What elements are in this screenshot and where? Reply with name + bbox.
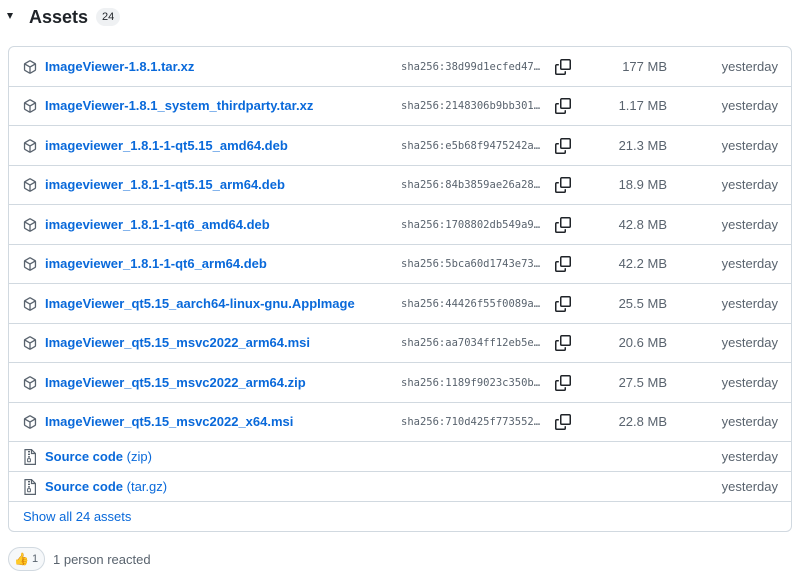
copy-icon[interactable] — [555, 58, 571, 75]
asset-row: imageviewer_1.8.1-1-qt5.15_amd64.deb sha2… — [9, 126, 791, 166]
asset-sha256: sha256:e5b68f9475242a… — [401, 139, 541, 152]
file-zip-icon — [24, 449, 36, 465]
package-icon — [23, 217, 37, 232]
asset-row: imageviewer_1.8.1-1-qt6_amd64.deb sha256:… — [9, 205, 791, 245]
asset-row: ImageViewer_qt5.15_aarch64-linux-gnu.App… — [9, 284, 791, 324]
asset-date: yesterday — [721, 414, 778, 430]
show-all-assets-link[interactable]: Show all 24 assets — [23, 509, 131, 524]
source-code-label: Source code — [45, 449, 124, 464]
thumbs-up-icon: 👍 — [14, 552, 29, 566]
package-icon — [23, 296, 37, 311]
reaction-summary: 1 person reacted — [53, 552, 151, 567]
copy-icon[interactable] — [555, 216, 571, 233]
asset-sha256: sha256:5bca60d1743e73… — [401, 258, 541, 271]
package-icon — [23, 336, 37, 351]
asset-size: 27.5 MB — [618, 374, 667, 390]
asset-sha256: sha256:2148306b9bb301… — [401, 100, 541, 113]
source-code-label: Source code — [45, 479, 124, 494]
reaction-count: 1 — [32, 553, 39, 565]
source-code-link[interactable]: Source code (zip) — [45, 449, 152, 464]
triangle-down-icon[interactable] — [7, 13, 13, 19]
asset-size: 42.2 MB — [618, 256, 667, 272]
asset-link[interactable]: ImageViewer_qt5.15_msvc2022_arm64.msi — [45, 335, 310, 350]
source-date: yesterday — [721, 479, 778, 494]
source-row: Source code (tar.gz) yesterday — [9, 472, 791, 502]
package-icon — [23, 59, 37, 74]
copy-icon[interactable] — [555, 98, 571, 115]
asset-link[interactable]: ImageViewer_qt5.15_msvc2022_arm64.zip — [45, 375, 306, 390]
asset-link[interactable]: imageviewer_1.8.1-1-qt5.15_amd64.deb — [45, 138, 288, 153]
source-code-format: (zip) — [126, 449, 152, 464]
asset-link[interactable]: imageviewer_1.8.1-1-qt6_arm64.deb — [45, 256, 267, 271]
file-zip-icon — [24, 479, 36, 495]
source-row: Source code (zip) yesterday — [9, 442, 791, 472]
copy-icon[interactable] — [555, 256, 571, 273]
package-icon — [23, 257, 37, 272]
asset-sha256: sha256:1189f9023c350b… — [401, 376, 541, 389]
asset-date: yesterday — [721, 295, 778, 311]
asset-sha256: sha256:710d425f773552… — [401, 416, 541, 429]
asset-date: yesterday — [721, 177, 778, 193]
asset-size: 21.3 MB — [618, 137, 667, 153]
asset-row: ImageViewer_qt5.15_msvc2022_x64.msi sha25… — [9, 403, 791, 442]
asset-size: 1.17 MB — [618, 98, 667, 114]
asset-row: imageviewer_1.8.1-1-qt6_arm64.deb sha256:… — [9, 245, 791, 284]
package-icon — [23, 415, 37, 430]
asset-row: ImageViewer_qt5.15_msvc2022_arm64.zip sha… — [9, 363, 791, 403]
asset-sha256: sha256:38d99d1ecfed47… — [401, 60, 541, 73]
asset-link[interactable]: imageviewer_1.8.1-1-qt5.15_arm64.deb — [45, 177, 285, 192]
source-code-format: (tar.gz) — [126, 479, 168, 494]
asset-size: 22.8 MB — [618, 414, 667, 430]
asset-size: 177 MB — [622, 58, 667, 74]
asset-date: yesterday — [721, 137, 778, 153]
assets-header: Assets 24 — [0, 0, 799, 36]
asset-date: yesterday — [721, 256, 778, 272]
assets-title: Assets — [29, 7, 89, 27]
asset-link[interactable]: ImageViewer_qt5.15_aarch64-linux-gnu.App… — [45, 296, 355, 311]
asset-size: 20.6 MB — [618, 335, 667, 351]
copy-icon[interactable] — [555, 137, 571, 154]
copy-icon[interactable] — [555, 374, 571, 391]
asset-sha256: sha256:84b3859ae26a28… — [401, 179, 541, 192]
asset-sha256: sha256:1708802db549a9… — [401, 218, 541, 231]
asset-date: yesterday — [721, 216, 778, 232]
package-icon — [23, 178, 37, 193]
asset-link[interactable]: ImageViewer-1.8.1_system_thirdparty.tar.… — [45, 98, 313, 113]
asset-date: yesterday — [721, 98, 778, 114]
reaction-button[interactable]: 👍 1 — [8, 547, 45, 571]
asset-row: ImageViewer-1.8.1_system_thirdparty.tar.… — [9, 87, 791, 126]
asset-row: ImageViewer_qt5.15_msvc2022_arm64.msi sha… — [9, 324, 791, 363]
copy-icon[interactable] — [555, 335, 571, 352]
package-icon — [23, 99, 37, 114]
copy-icon[interactable] — [555, 414, 571, 431]
asset-link[interactable]: imageviewer_1.8.1-1-qt6_amd64.deb — [45, 217, 270, 232]
package-icon — [23, 375, 37, 390]
source-date: yesterday — [721, 449, 778, 464]
asset-date: yesterday — [721, 58, 778, 74]
copy-icon[interactable] — [555, 177, 571, 194]
asset-date: yesterday — [721, 335, 778, 351]
asset-sha256: sha256:44426f55f0089a… — [401, 297, 541, 310]
asset-link[interactable]: ImageViewer_qt5.15_msvc2022_x64.msi — [45, 414, 293, 429]
source-code-link[interactable]: Source code (tar.gz) — [45, 479, 167, 494]
package-icon — [23, 138, 37, 153]
asset-row: ImageViewer-1.8.1.tar.xz sha256:38d99d1ec… — [9, 47, 791, 87]
assets-list: ImageViewer-1.8.1.tar.xz sha256:38d99d1ec… — [8, 46, 792, 532]
asset-date: yesterday — [721, 374, 778, 390]
asset-size: 25.5 MB — [618, 295, 667, 311]
asset-size: 18.9 MB — [618, 177, 667, 193]
copy-icon[interactable] — [555, 295, 571, 312]
asset-size: 42.8 MB — [618, 216, 667, 232]
asset-row: imageviewer_1.8.1-1-qt5.15_arm64.deb sha2… — [9, 166, 791, 205]
assets-count-badge: 24 — [96, 8, 121, 26]
asset-sha256: sha256:aa7034ff12eb5e… — [401, 337, 541, 350]
asset-link[interactable]: ImageViewer-1.8.1.tar.xz — [45, 59, 194, 74]
